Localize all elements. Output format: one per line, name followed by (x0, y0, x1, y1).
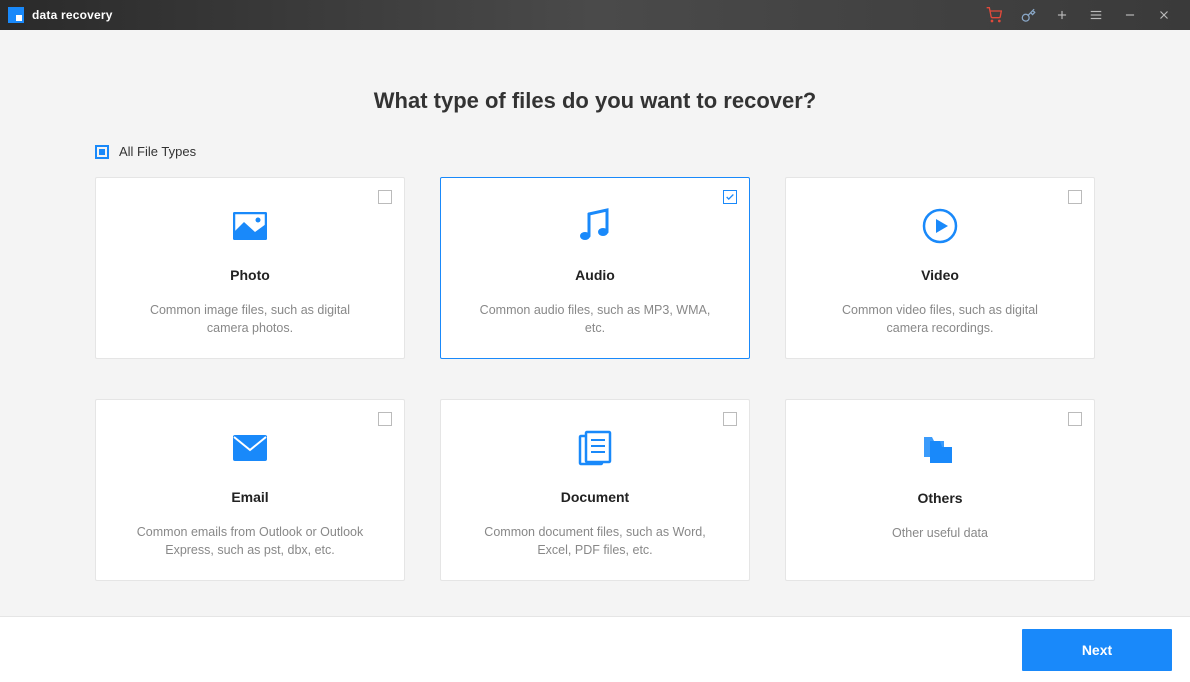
main-content: What type of files do you want to recove… (0, 30, 1190, 616)
card-desc: Other useful data (874, 524, 1006, 543)
plus-icon[interactable] (1054, 7, 1070, 23)
card-video[interactable]: Video Common video files, such as digita… (785, 177, 1095, 359)
audio-icon (579, 202, 611, 251)
cart-icon[interactable] (986, 7, 1002, 23)
minimize-icon[interactable] (1122, 7, 1138, 23)
card-email[interactable]: Email Common emails from Outlook or Outl… (95, 399, 405, 581)
card-checkbox[interactable] (723, 412, 737, 426)
all-types-checkbox[interactable] (95, 145, 109, 159)
footer: Next (0, 616, 1190, 682)
card-others[interactable]: Others Other useful data (785, 399, 1095, 581)
all-types-label: All File Types (119, 144, 196, 159)
card-desc: Common emails from Outlook or Outlook Ex… (116, 523, 384, 561)
video-icon (922, 202, 958, 251)
card-checkbox[interactable] (378, 412, 392, 426)
card-title: Photo (230, 267, 270, 283)
card-title: Email (231, 489, 268, 505)
key-icon[interactable] (1020, 7, 1036, 23)
page-heading: What type of files do you want to recove… (374, 88, 817, 114)
card-desc: Common document files, such as Word, Exc… (461, 523, 729, 561)
app-title: data recovery (32, 8, 113, 22)
card-document[interactable]: Document Common document files, such as … (440, 399, 750, 581)
others-icon (922, 424, 958, 474)
card-checkbox[interactable] (1068, 412, 1082, 426)
close-icon[interactable] (1156, 7, 1172, 23)
email-icon (232, 424, 268, 473)
card-checkbox[interactable] (1068, 190, 1082, 204)
card-audio[interactable]: Audio Common audio files, such as MP3, W… (440, 177, 750, 359)
card-photo[interactable]: Photo Common image files, such as digita… (95, 177, 405, 359)
card-checkbox[interactable] (723, 190, 737, 204)
menu-icon[interactable] (1088, 7, 1104, 23)
card-title: Video (921, 267, 959, 283)
card-title: Document (561, 489, 629, 505)
card-desc: Common video files, such as digital came… (806, 301, 1074, 339)
file-type-grid: Photo Common image files, such as digita… (95, 177, 1095, 581)
card-desc: Common audio files, such as MP3, WMA, et… (461, 301, 729, 339)
card-checkbox[interactable] (378, 190, 392, 204)
titlebar: data recovery (0, 0, 1190, 30)
card-title: Others (917, 490, 962, 506)
document-icon (578, 424, 612, 473)
app-logo (8, 7, 24, 23)
photo-icon (233, 202, 267, 251)
all-types-row: All File Types (95, 144, 1095, 159)
card-title: Audio (575, 267, 615, 283)
next-button[interactable]: Next (1022, 629, 1172, 671)
card-desc: Common image files, such as digital came… (116, 301, 384, 339)
titlebar-actions (986, 7, 1182, 23)
